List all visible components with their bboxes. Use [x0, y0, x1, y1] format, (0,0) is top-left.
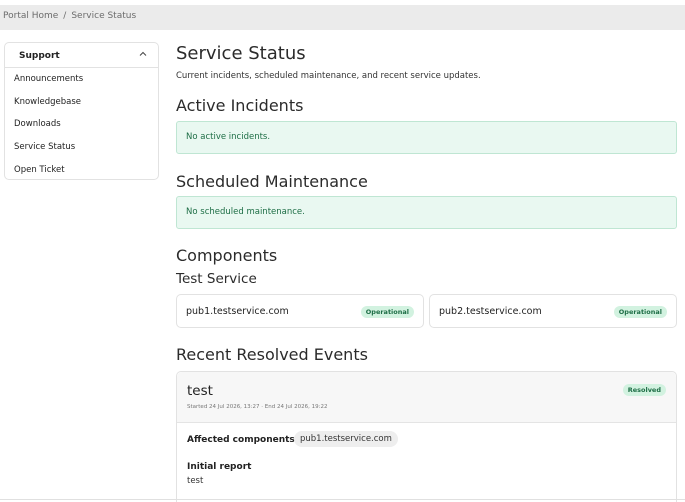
component-group-title: Test Service	[176, 271, 257, 287]
component-card: pub1.testservice.com Operational	[176, 294, 424, 328]
resolved-event-card: test Started 24 Jul 2026, 13:27 · End 24…	[176, 371, 677, 502]
divider	[0, 499, 685, 500]
status-badge: Operational	[613, 306, 667, 318]
breadcrumb-home-link[interactable]: Portal Home	[3, 11, 58, 21]
maintenance-heading: Scheduled Maintenance	[176, 172, 368, 191]
component-name: pub1.testservice.com	[186, 306, 289, 317]
page-subtitle: Current incidents, scheduled maintenance…	[176, 71, 481, 81]
sidebar-item-announcements[interactable]: Announcements	[5, 68, 158, 91]
breadcrumb: Portal Home / Service Status	[3, 11, 136, 21]
active-incidents-alert: No active incidents.	[176, 121, 677, 154]
breadcrumb-separator: /	[63, 11, 67, 21]
components-heading: Components	[176, 246, 278, 265]
affected-component-chip: pub1.testservice.com	[294, 431, 398, 447]
sidebar-item-open-ticket[interactable]: Open Ticket	[5, 159, 158, 182]
affected-components-label: Affected components:	[187, 435, 299, 445]
active-incidents-heading: Active Incidents	[176, 96, 304, 115]
sidebar-item-downloads[interactable]: Downloads	[5, 113, 158, 136]
sidebar-item-service-status[interactable]: Service Status	[5, 136, 158, 159]
component-card: pub2.testservice.com Operational	[429, 294, 677, 328]
initial-report-label: Initial report	[187, 462, 252, 472]
initial-report-text: test	[187, 476, 204, 486]
breadcrumb-current: Service Status	[71, 11, 137, 21]
resolved-events-heading: Recent Resolved Events	[176, 345, 368, 364]
component-name: pub2.testservice.com	[439, 306, 542, 317]
chevron-up-icon[interactable]	[138, 49, 148, 59]
event-timestamp: Started 24 Jul 2026, 13:27 · End 24 Jul …	[187, 404, 328, 410]
support-sidebar: Support Announcements Knowledgebase Down…	[4, 42, 159, 180]
maintenance-alert: No scheduled maintenance.	[176, 196, 677, 229]
event-header: test Started 24 Jul 2026, 13:27 · End 24…	[177, 372, 676, 423]
sidebar-item-knowledgebase[interactable]: Knowledgebase	[5, 91, 158, 114]
sidebar-header[interactable]: Support	[5, 43, 158, 68]
status-badge: Operational	[360, 306, 414, 318]
page-title: Service Status	[176, 43, 306, 64]
event-title: test	[187, 383, 213, 399]
sidebar-title: Support	[19, 51, 60, 61]
resolved-badge: Resolved	[622, 384, 666, 396]
